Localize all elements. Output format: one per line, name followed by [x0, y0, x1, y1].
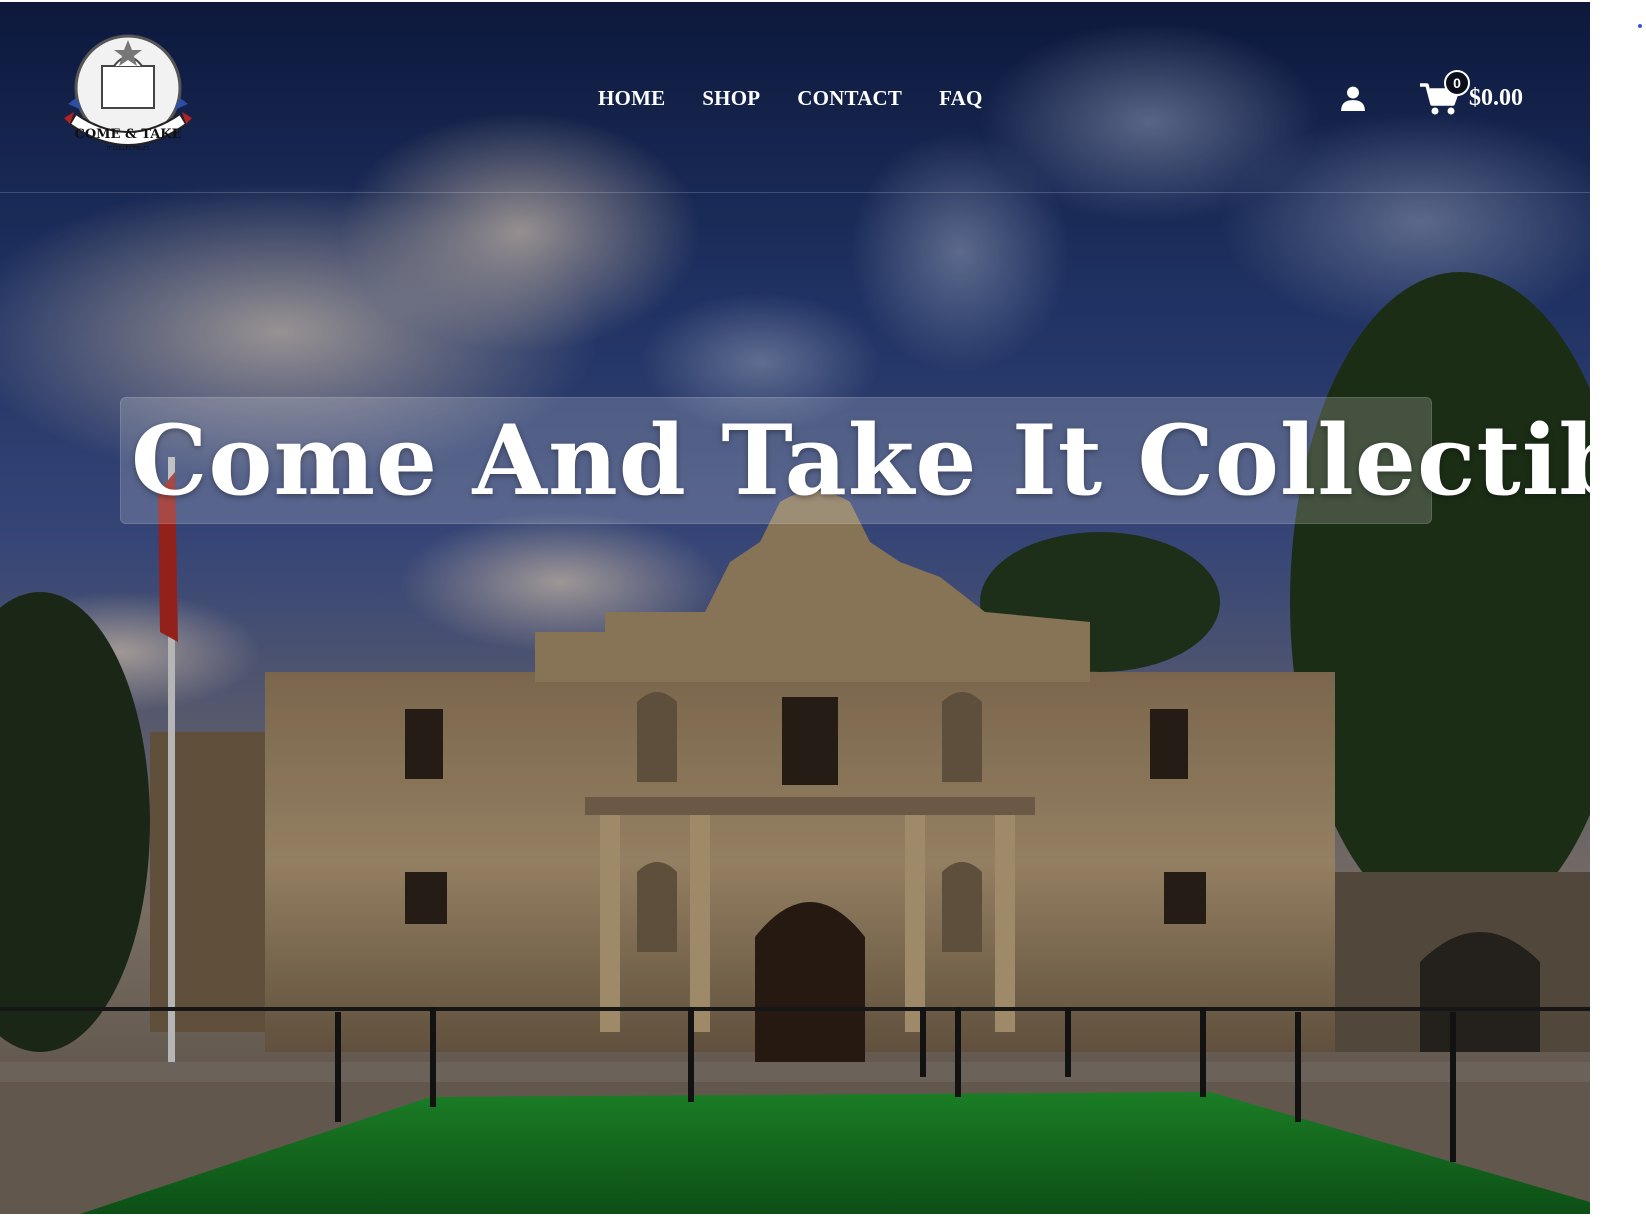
nav-contact[interactable]: CONTACT	[797, 86, 902, 111]
user-icon[interactable]	[1340, 85, 1366, 111]
hero-title-box: Come And Take It Collectibles	[120, 397, 1590, 524]
hero-title: Come And Take It Collectibles	[131, 403, 1590, 517]
hero-section: COME & TAKE IT COLLECTIBLES HOME SHOP CO…	[0, 2, 1590, 1214]
nav-home[interactable]: HOME	[598, 86, 665, 111]
svg-text:IT COLLECTIBLES: IT COLLECTIBLES	[107, 146, 150, 152]
cart-total[interactable]: $0.00	[1469, 85, 1523, 112]
main-nav: HOME SHOP CONTACT FAQ	[598, 86, 1020, 111]
svg-text:COME & TAKE: COME & TAKE	[74, 127, 181, 142]
site-logo[interactable]: COME & TAKE IT COLLECTIBLES	[62, 26, 194, 162]
scroll-indicator-dot	[1638, 24, 1642, 28]
nav-shop[interactable]: SHOP	[702, 86, 760, 111]
cart-count-badge: 0	[1444, 70, 1470, 96]
site-header: COME & TAKE IT COLLECTIBLES HOME SHOP CO…	[0, 2, 1590, 193]
nav-faq[interactable]: FAQ	[939, 86, 982, 111]
